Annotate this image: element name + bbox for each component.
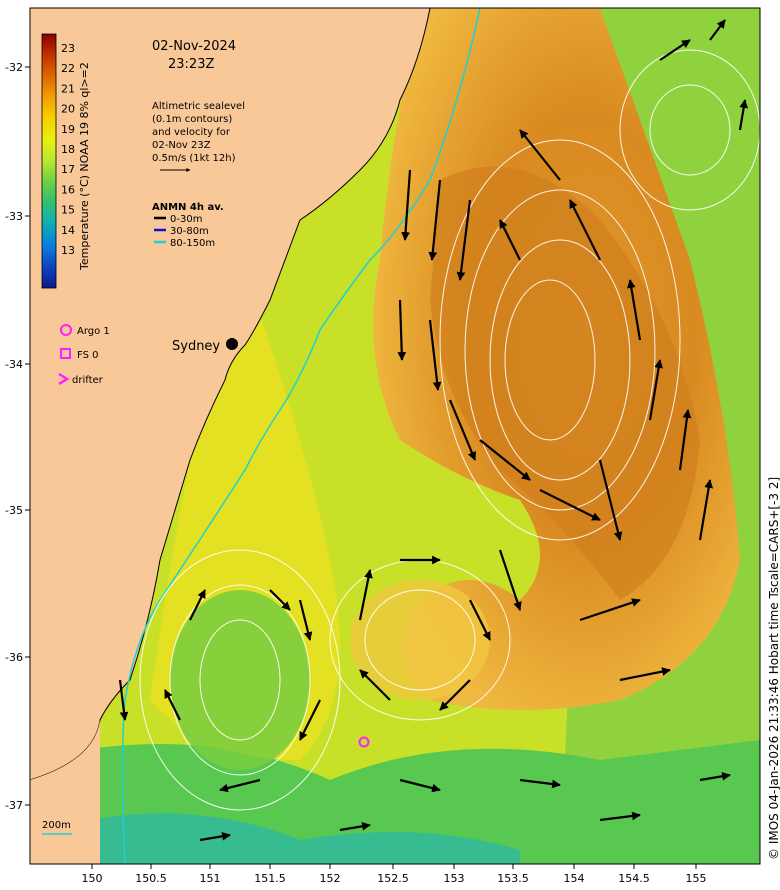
colorbar-tick-label: 16 — [61, 183, 75, 196]
colorbar-tick-label: 14 — [61, 224, 75, 237]
depth-200m-label: 200m — [42, 820, 71, 831]
colorbar-tick-label: 17 — [61, 163, 75, 176]
map-time: 23:23Z — [168, 57, 214, 72]
colorbar-tick-label: 22 — [61, 62, 75, 75]
anmn-label: 80-150m — [170, 238, 215, 249]
sst-map-figure: 23 22 21 20 19 18 17 16 15 14 13 Temperature (°C) … — [5, 7, 780, 885]
anmn-label: 0-30m — [170, 214, 202, 225]
x-tick-label: 153.5 — [497, 872, 529, 885]
sydney-marker — [226, 338, 238, 350]
map-date: 02-Nov-2024 — [152, 39, 236, 54]
y-tick-label: -36 — [5, 651, 23, 664]
colorbar-tick-label: 19 — [61, 123, 75, 136]
fs-legend-label: FS 0 — [77, 350, 98, 361]
x-tick-label: 151 — [200, 872, 221, 885]
altimetry-line: Altimetric sealevel — [152, 101, 245, 112]
colorbar-tick-label: 21 — [61, 82, 75, 95]
x-tick-label: 153 — [444, 872, 465, 885]
altimetry-line: 0.5m/s (1kt 12h) — [152, 153, 236, 164]
x-tick-label: 151.5 — [254, 872, 286, 885]
colorbar-ticks: 23 22 21 20 19 18 17 16 15 14 13 — [61, 42, 75, 257]
x-axis: 150 150.5 151 151.5 152 152.5 153 153.5 154 154.5… — [82, 864, 707, 885]
altimetry-line: (0.1m contours) — [152, 114, 232, 125]
map-panel — [30, 8, 760, 864]
anmn-label: 30-80m — [170, 226, 209, 237]
colorbar-title: Temperature (°C) NOAA 19 8% ql>=2 — [78, 62, 91, 271]
colorbar-ramp — [41, 33, 57, 289]
x-tick-label: 152 — [320, 872, 341, 885]
altimetry-line: and velocity for — [152, 127, 231, 138]
sydney-label: Sydney — [172, 339, 220, 354]
y-tick-label: -34 — [5, 358, 23, 371]
x-tick-label: 154 — [564, 872, 585, 885]
colorbar-tick-label: 20 — [61, 103, 75, 116]
argo-legend-label: Argo 1 — [77, 326, 110, 337]
y-tick-label: -37 — [5, 799, 23, 812]
y-tick-label: -35 — [5, 504, 23, 517]
y-axis: -32 -33 -34 -35 -36 -37 — [5, 61, 30, 812]
x-tick-label: 150 — [82, 872, 103, 885]
anmn-legend-title: ANMN 4h av. — [152, 202, 224, 213]
colorbar-tick-label: 18 — [61, 143, 75, 156]
x-tick-label: 150.5 — [135, 872, 167, 885]
drifter-legend-label: drifter — [72, 375, 104, 386]
y-tick-label: -33 — [5, 210, 23, 223]
colorbar-tick-label: 23 — [61, 42, 75, 55]
x-tick-label: 152.5 — [377, 872, 409, 885]
imos-credit: © IMOS 04-Jan-2026 21:33:46 Hobart time … — [767, 477, 780, 860]
y-tick-label: -32 — [5, 61, 23, 74]
x-tick-label: 154.5 — [618, 872, 650, 885]
altimetry-line: 02-Nov 23Z — [152, 140, 211, 151]
colorbar-tick-label: 15 — [61, 204, 75, 217]
x-tick-label: 155 — [686, 872, 707, 885]
colorbar-tick-label: 13 — [61, 244, 75, 257]
